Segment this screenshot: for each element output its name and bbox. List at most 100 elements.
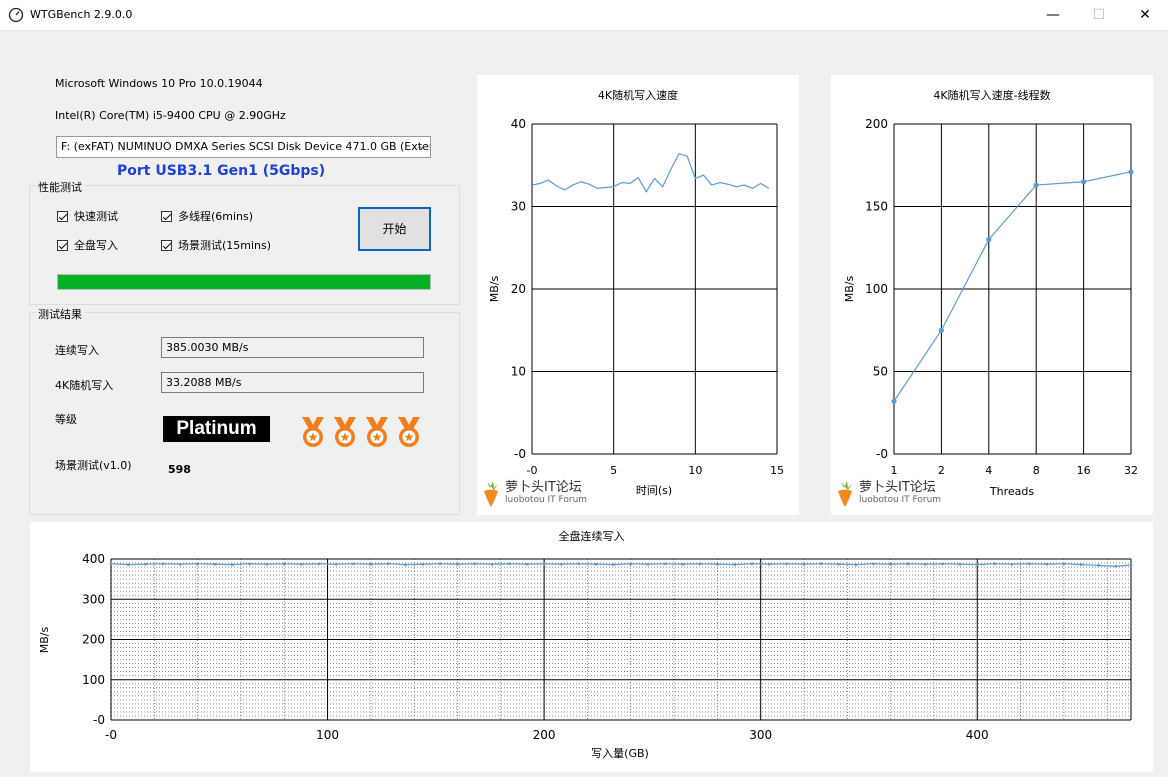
data-point xyxy=(733,563,737,567)
data-point xyxy=(1114,564,1118,568)
grade-label: 等级 xyxy=(55,413,77,426)
multithread-checkbox[interactable]: 多线程(6mins) xyxy=(161,208,253,224)
data-point xyxy=(178,562,182,566)
y-tick-label: 100 xyxy=(865,282,888,296)
scene-test-checkbox[interactable]: 场景测试(15mins) xyxy=(161,237,271,253)
seq-write-label: 连续写入 xyxy=(55,344,99,357)
data-point xyxy=(1027,562,1031,566)
y-tick-label: -0 xyxy=(876,447,888,461)
x-tick-label: 200 xyxy=(533,728,556,742)
window-title: WTGBench 2.9.0.0 xyxy=(30,8,133,21)
data-point xyxy=(767,562,771,566)
medal-icon xyxy=(364,416,390,448)
chevron-down-icon: ⌄ xyxy=(417,141,426,152)
series-line xyxy=(531,152,770,193)
disk-select-value: F: (exFAT) NUMINUO DMXA Series SCSI Disk… xyxy=(61,140,431,153)
x-tick-label: 4 xyxy=(985,464,992,477)
watermark-name: 萝卜头IT论坛 xyxy=(859,480,936,495)
y-tick-label: -0 xyxy=(514,447,526,461)
port-info: Port USB3.1 Gen1 (5Gbps) xyxy=(117,163,326,179)
data-point xyxy=(837,562,841,566)
rand4k-field[interactable]: 33.2088 MB/s xyxy=(161,372,424,393)
maximize-button[interactable]: ☐ xyxy=(1076,0,1122,30)
chart-4k-random-write: 4K随机写入速度 -0 5 10 15 -0 10 20 30 40 时间(s) MB/s 萝卜头I… xyxy=(477,75,799,515)
carrot-icon xyxy=(838,481,852,507)
data-point xyxy=(213,562,217,566)
full-write-checkbox[interactable]: 全盘写入 xyxy=(57,237,118,253)
title-bar: WTGBench 2.9.0.0 — ☐ ✕ xyxy=(0,0,1168,31)
data-point xyxy=(334,562,338,566)
start-button[interactable]: 开始 xyxy=(358,207,431,251)
x-tick-label: 2 xyxy=(938,464,945,477)
data-point xyxy=(594,562,598,566)
data-point xyxy=(906,562,910,566)
y-axis-label: MB/s xyxy=(843,275,856,302)
data-point xyxy=(456,562,459,566)
disk-select[interactable]: F: (exFAT) NUMINUO DMXA Series SCSI Disk… xyxy=(56,136,431,158)
x-tick-label: -0 xyxy=(105,728,117,742)
data-point xyxy=(993,562,996,566)
x-tick-label: 300 xyxy=(749,728,772,742)
checkbox-icon xyxy=(57,210,68,222)
data-point xyxy=(473,562,477,566)
checkbox-icon xyxy=(161,239,172,251)
data-point xyxy=(938,327,944,333)
watermark-sub: luobotou IT Forum xyxy=(505,495,588,505)
data-point xyxy=(681,562,685,566)
quick-test-checkbox[interactable]: 快速测试 xyxy=(57,208,118,224)
y-tick-label: 200 xyxy=(82,633,105,647)
data-point xyxy=(663,562,667,566)
watermark-name: 萝卜头IT论坛 xyxy=(505,480,582,495)
x-tick-label: 10 xyxy=(688,464,702,477)
data-point xyxy=(802,562,806,566)
data-point xyxy=(889,562,893,566)
data-point xyxy=(854,563,858,567)
watermark: 萝卜头IT论坛 luobotou IT Forum xyxy=(481,480,587,508)
y-axis-label: MB/s xyxy=(38,626,51,653)
progress-fill xyxy=(58,275,430,289)
x-tick-label: 16 xyxy=(1077,464,1091,477)
medal-icon xyxy=(396,416,422,448)
data-point xyxy=(891,398,897,404)
data-point xyxy=(196,562,200,566)
y-tick-label: 50 xyxy=(873,365,888,379)
x-tick-label: 15 xyxy=(770,464,784,477)
full-write-label: 全盘写入 xyxy=(74,239,118,252)
scene-label: 场景测试(v1.0) xyxy=(55,459,132,472)
multithread-label: 多线程(6mins) xyxy=(178,210,254,223)
data-point xyxy=(369,562,373,566)
close-button[interactable]: ✕ xyxy=(1122,0,1168,30)
x-tick-label: 5 xyxy=(610,464,617,477)
grade-badge: Platinum xyxy=(163,416,270,442)
data-point xyxy=(958,562,962,566)
data-point xyxy=(560,562,563,566)
scene-test-label: 场景测试(15mins) xyxy=(178,239,272,252)
data-point xyxy=(698,562,702,566)
seq-write-field[interactable]: 385.0030 MB/s xyxy=(161,337,424,358)
data-point xyxy=(629,562,633,566)
data-point xyxy=(317,562,321,566)
data-point xyxy=(1010,562,1014,566)
data-point xyxy=(300,562,303,566)
chart-threads-svg: 1 2 4 8 16 32 -0 50 100 150 200 Threads MB/s xyxy=(843,117,1138,498)
data-point xyxy=(508,562,511,566)
data-point xyxy=(1097,564,1100,567)
x-tick-label: 100 xyxy=(316,728,339,742)
y-tick-label: 30 xyxy=(511,200,526,214)
y-tick-label: 150 xyxy=(865,200,888,214)
checkbox-icon xyxy=(57,239,68,251)
data-point xyxy=(386,562,390,566)
cpu-info: Intel(R) Core(TM) i5-9400 CPU @ 2.90GHz xyxy=(55,109,286,122)
y-tick-label: 200 xyxy=(865,117,888,131)
data-point xyxy=(282,562,286,566)
data-point xyxy=(490,562,494,566)
chart-4k-svg: -0 5 10 15 -0 10 20 30 40 时间(s) MB/s xyxy=(488,117,784,497)
data-point xyxy=(1045,562,1048,566)
minimize-button[interactable]: — xyxy=(1030,0,1076,30)
carrot-icon xyxy=(484,481,498,507)
y-axis-label: MB/s xyxy=(488,275,501,302)
chart-threads: 4K随机写入速度-线程数 1 2 4 8 16 32 -0 50 100 150 200 Thread… xyxy=(831,75,1153,515)
data-point xyxy=(941,562,944,566)
scene-score: 598 xyxy=(168,463,191,476)
data-point xyxy=(525,562,529,566)
